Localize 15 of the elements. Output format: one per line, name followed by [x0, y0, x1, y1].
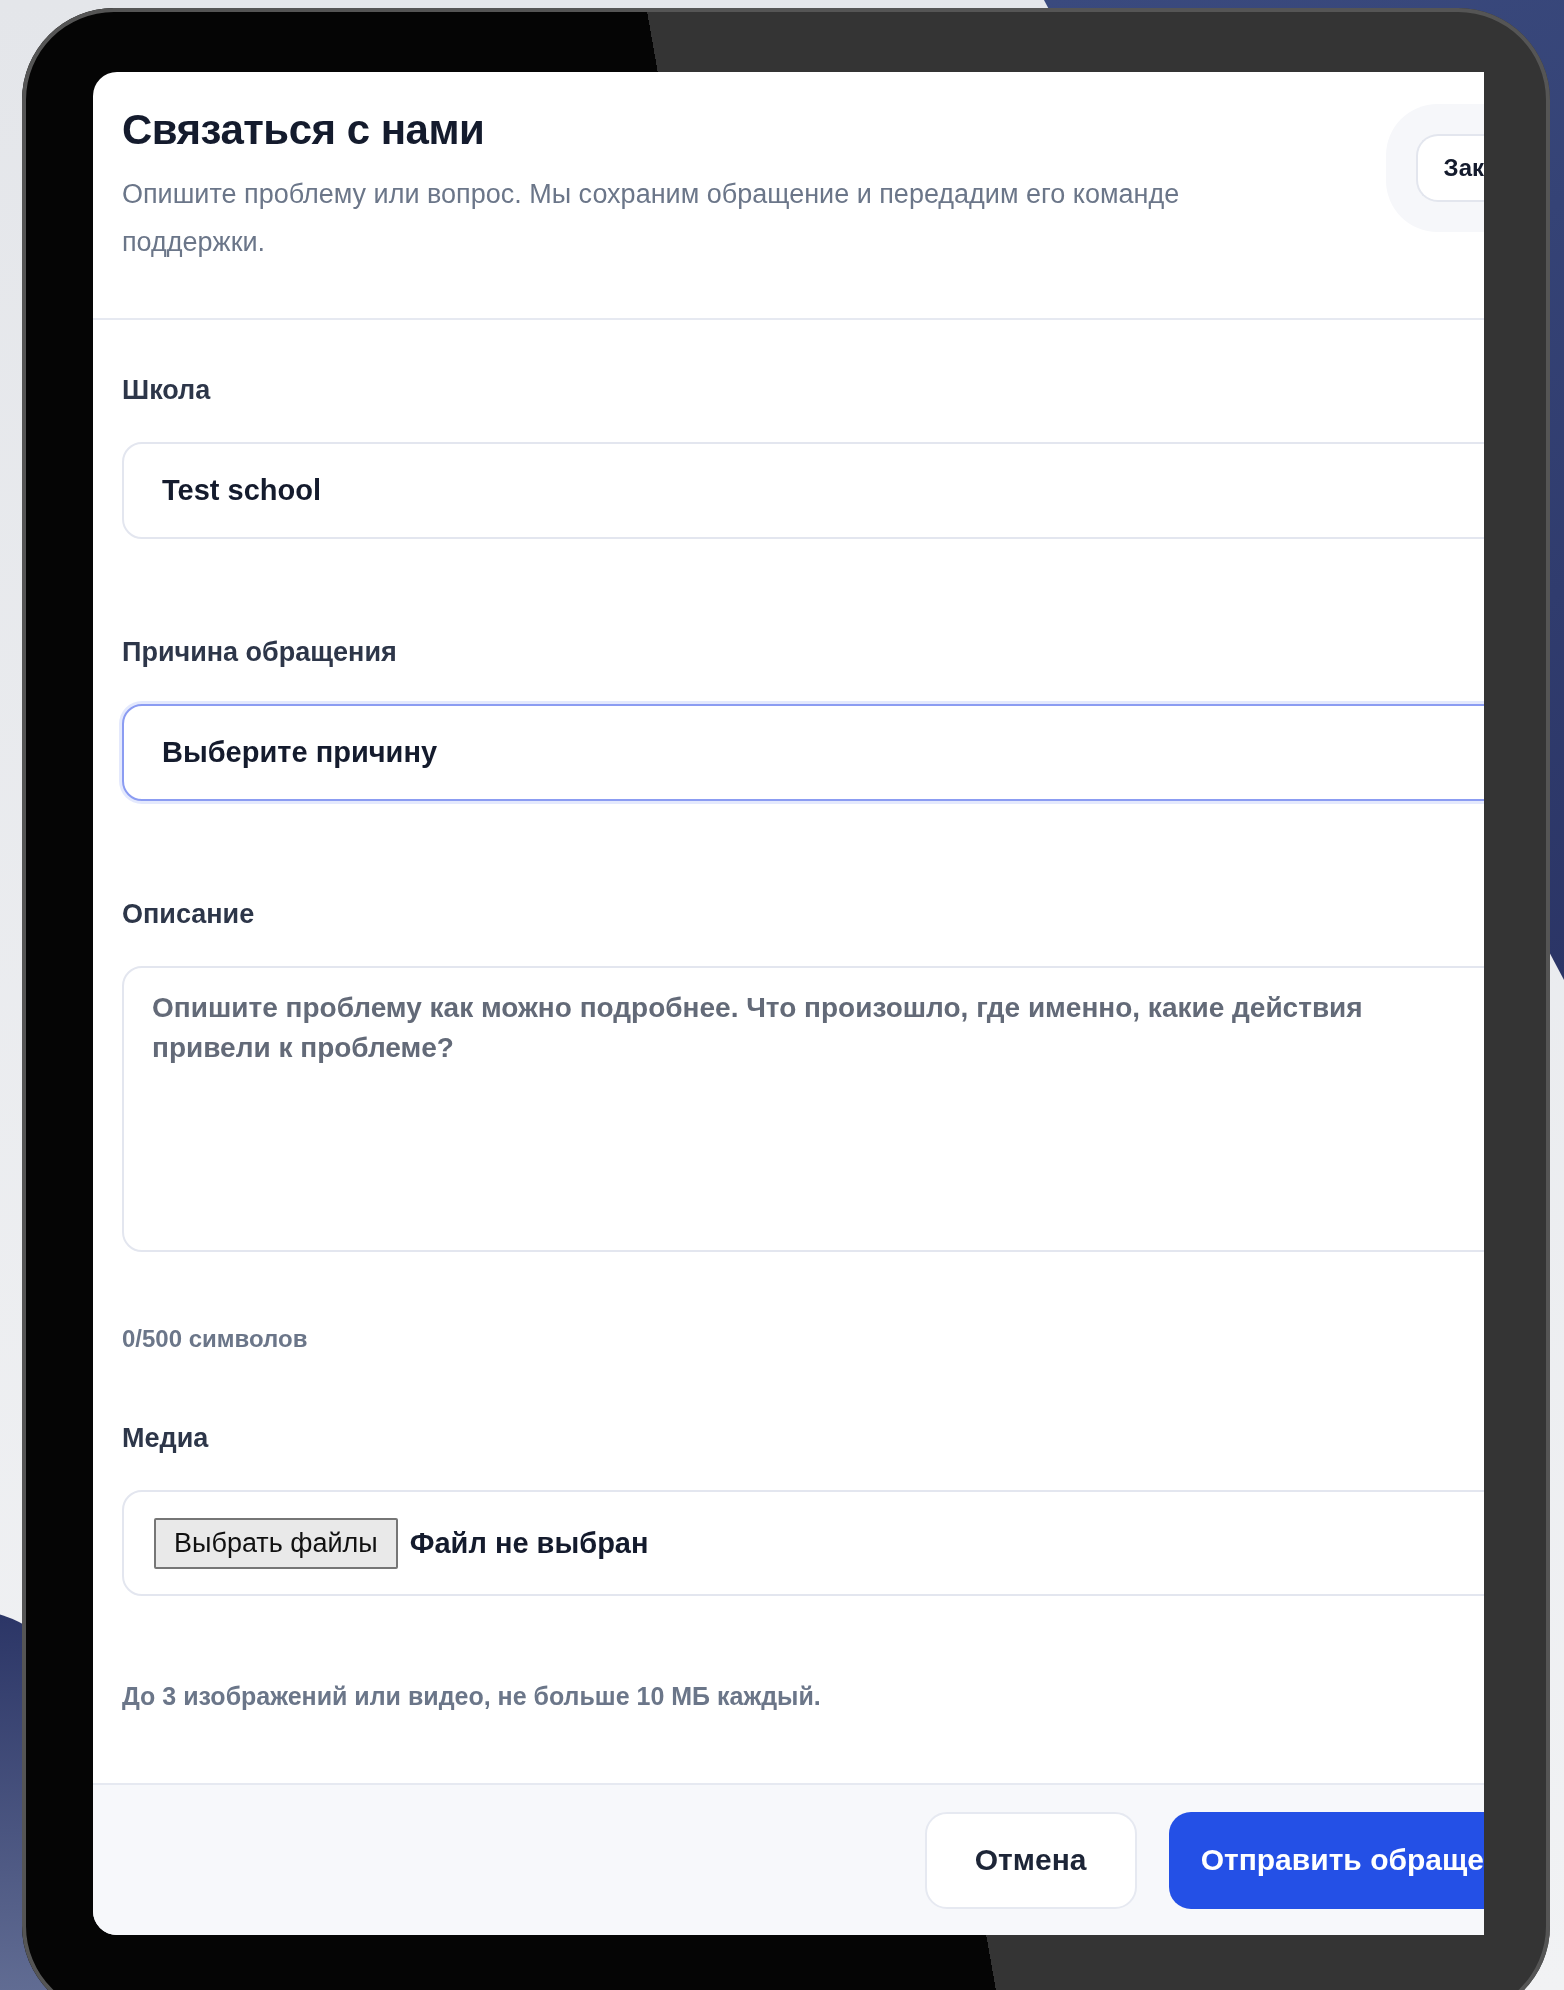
dialog-subtitle: Опишите проблему или вопрос. Мы сохраним обращение и передадим его команде поддержки. — [122, 178, 1181, 259]
field-label: Причина обращения — [122, 637, 398, 668]
cancel-button[interactable]: Отмена — [924, 1811, 1137, 1909]
media-hint: До 3 изображений или видео, не больше 10 МБ каждый. — [122, 1682, 822, 1711]
field-label: Школа — [122, 375, 212, 406]
dialog-title: Связаться с нами — [122, 106, 486, 154]
field-label: Описание — [122, 899, 256, 930]
field-label: Медиа — [122, 1423, 210, 1454]
file-status: Файл не выбран — [409, 1525, 649, 1561]
reason-select-field[interactable]: Выберите причину — [122, 704, 1484, 801]
choose-files-button[interactable]: Выбрать файлы — [154, 1517, 398, 1569]
school-input-field[interactable]: Test school — [122, 442, 1484, 539]
character-counter: 0/500 символов — [122, 1325, 309, 1353]
submit-button[interactable]: Отправить обраще — [1168, 1811, 1484, 1909]
description-textarea[interactable]: Опишите проблему как можно подробнее. Что произошло, где именно, какие действия привели к проблеме? — [122, 966, 1484, 1252]
